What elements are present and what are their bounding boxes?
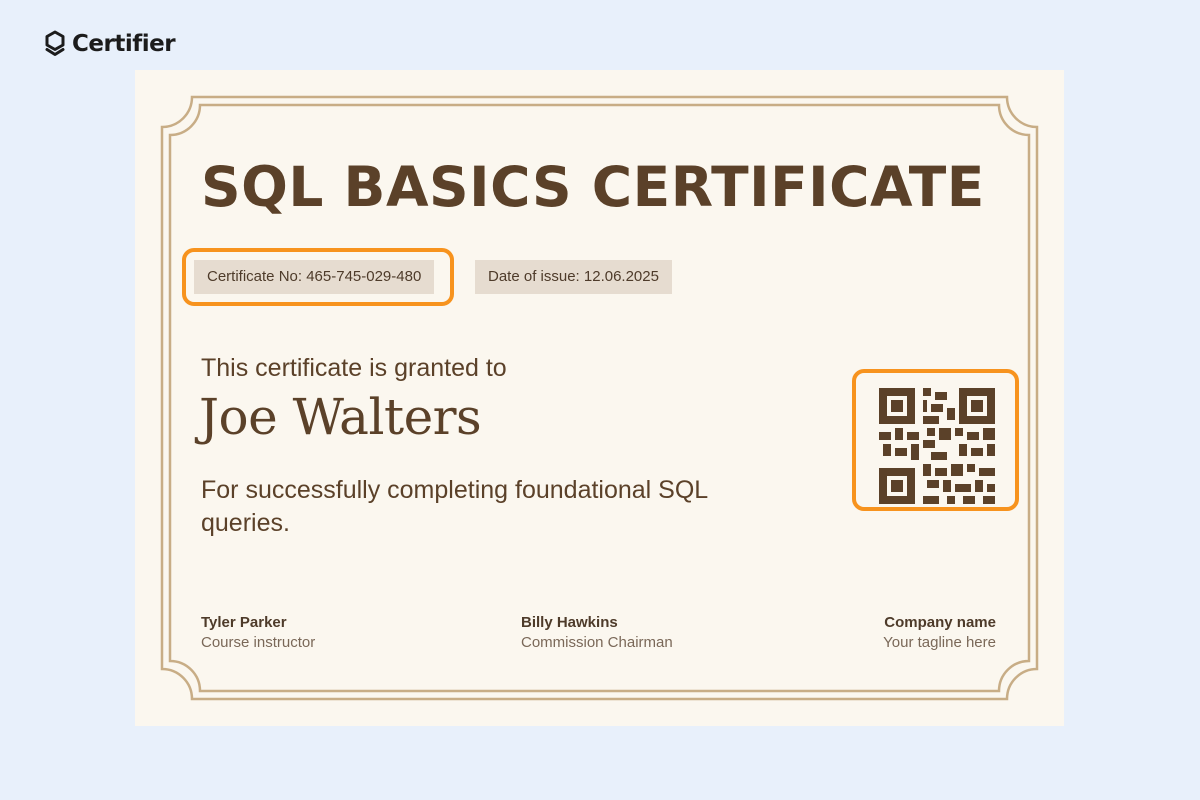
certifier-logo-icon bbox=[45, 30, 65, 56]
brand: Certifier bbox=[44, 30, 176, 58]
signer-name: Tyler Parker bbox=[201, 614, 287, 631]
signer-role: Commission Chairman bbox=[521, 634, 673, 651]
certificate-title: SQL BASICS CERTIFICATE bbox=[201, 155, 985, 219]
certificate-description: For successfully completing foundational… bbox=[201, 476, 708, 537]
granted-text: This certificate is granted to bbox=[201, 354, 507, 382]
brand-name: Certifier bbox=[72, 31, 176, 57]
company-tagline: Your tagline here bbox=[883, 634, 996, 651]
signature-block: Billy Hawkins Commission Chairman bbox=[521, 613, 673, 653]
signer-name: Billy Hawkins bbox=[521, 614, 618, 631]
issue-date-badge: Date of issue: 12.06.2025 bbox=[475, 260, 672, 294]
company-name: Company name bbox=[884, 614, 996, 631]
recipient-name: Joe Walters bbox=[199, 388, 482, 446]
certificate: SQL BASICS CERTIFICATE Certificate No: 4… bbox=[135, 70, 1064, 726]
signer-role: Course instructor bbox=[201, 634, 316, 651]
signature-block: Company name Your tagline here bbox=[883, 613, 996, 653]
signature-block: Tyler Parker Course instructor bbox=[201, 613, 315, 653]
qr-code-highlight bbox=[852, 369, 1019, 511]
certificate-number-highlight bbox=[182, 248, 454, 306]
